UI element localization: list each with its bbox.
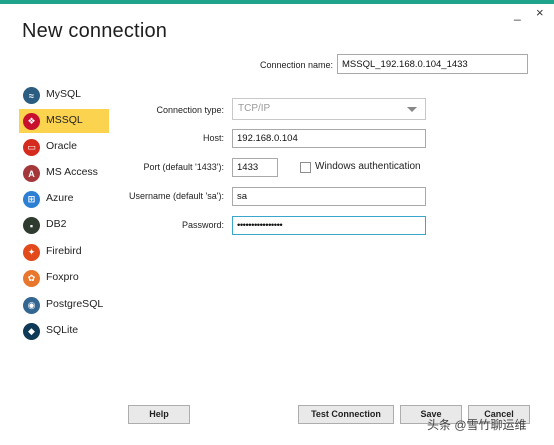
sidebar-item-label: SQLite (46, 324, 79, 336)
connection-type-value: TCP/IP (238, 103, 271, 114)
host-input[interactable] (232, 129, 426, 148)
port-input[interactable] (232, 158, 278, 177)
sidebar-item-label: Firebird (46, 245, 82, 257)
sidebar-item-label: MSSQL (46, 114, 83, 126)
username-label: Username (default 'sa'): (129, 191, 224, 201)
sidebar-item-postgresql[interactable]: ◉ PostgreSQL (19, 293, 109, 317)
azure-icon: ⊞ (23, 191, 40, 208)
sidebar-item-db2[interactable]: ▪ DB2 (19, 213, 109, 237)
postgresql-icon: ◉ (23, 297, 40, 314)
page-title: New connection (22, 20, 168, 42)
password-input[interactable] (232, 216, 426, 235)
chevron-down-icon (407, 107, 417, 112)
close-button[interactable]: × (536, 6, 544, 19)
username-input[interactable] (232, 187, 426, 206)
sidebar-item-label: Foxpro (46, 271, 79, 283)
windows-auth-label[interactable]: Windows authentication (315, 161, 421, 172)
sidebar-item-label: MS Access (46, 166, 98, 178)
connection-name-input[interactable] (337, 54, 528, 74)
sidebar-item-label: Azure (46, 192, 74, 204)
mssql-icon: ❖ (23, 113, 40, 130)
windows-auth-checkbox[interactable] (300, 162, 311, 173)
password-label: Password: (181, 220, 224, 230)
watermark-text: 头条 @雪竹聊运维 (427, 418, 527, 432)
host-label: Host: (202, 133, 224, 143)
firebird-icon: ✦ (23, 244, 40, 261)
sidebar-item-label: Oracle (46, 140, 77, 152)
test-connection-button[interactable]: Test Connection (298, 405, 394, 424)
sidebar-item-foxpro[interactable]: ✿ Foxpro (19, 266, 109, 290)
ms-access-icon: A (23, 165, 40, 182)
sidebar-item-sqlite[interactable]: ◆ SQLite (19, 319, 109, 343)
sidebar-item-label: PostgreSQL (46, 298, 104, 310)
minimize-button[interactable]: _ (514, 8, 521, 20)
sidebar-item-azure[interactable]: ⊞ Azure (19, 187, 109, 211)
sidebar-item-firebird[interactable]: ✦ Firebird (19, 240, 109, 264)
sidebar-item-ms-access[interactable]: A MS Access (19, 161, 109, 185)
sidebar-item-label: MySQL (46, 88, 82, 100)
sidebar-item-label: DB2 (46, 218, 67, 230)
mysql-icon: ≈ (23, 87, 40, 104)
sidebar-item-mysql[interactable]: ≈ MySQL (19, 83, 109, 107)
sidebar-item-mssql[interactable]: ❖ MSSQL (19, 109, 109, 133)
connection-type-label: Connection type: (156, 105, 224, 115)
sidebar-item-oracle[interactable]: ▭ Oracle (19, 135, 109, 159)
oracle-icon: ▭ (23, 139, 40, 156)
port-label: Port (default '1433'): (143, 162, 224, 172)
connection-name-label: Connection name: (259, 60, 333, 70)
connection-type-dropdown[interactable]: TCP/IP (232, 98, 426, 120)
sqlite-icon: ◆ (23, 323, 40, 340)
title-bar-accent (0, 0, 554, 4)
db2-icon: ▪ (23, 217, 40, 234)
help-button[interactable]: Help (128, 405, 190, 424)
foxpro-icon: ✿ (23, 270, 40, 287)
